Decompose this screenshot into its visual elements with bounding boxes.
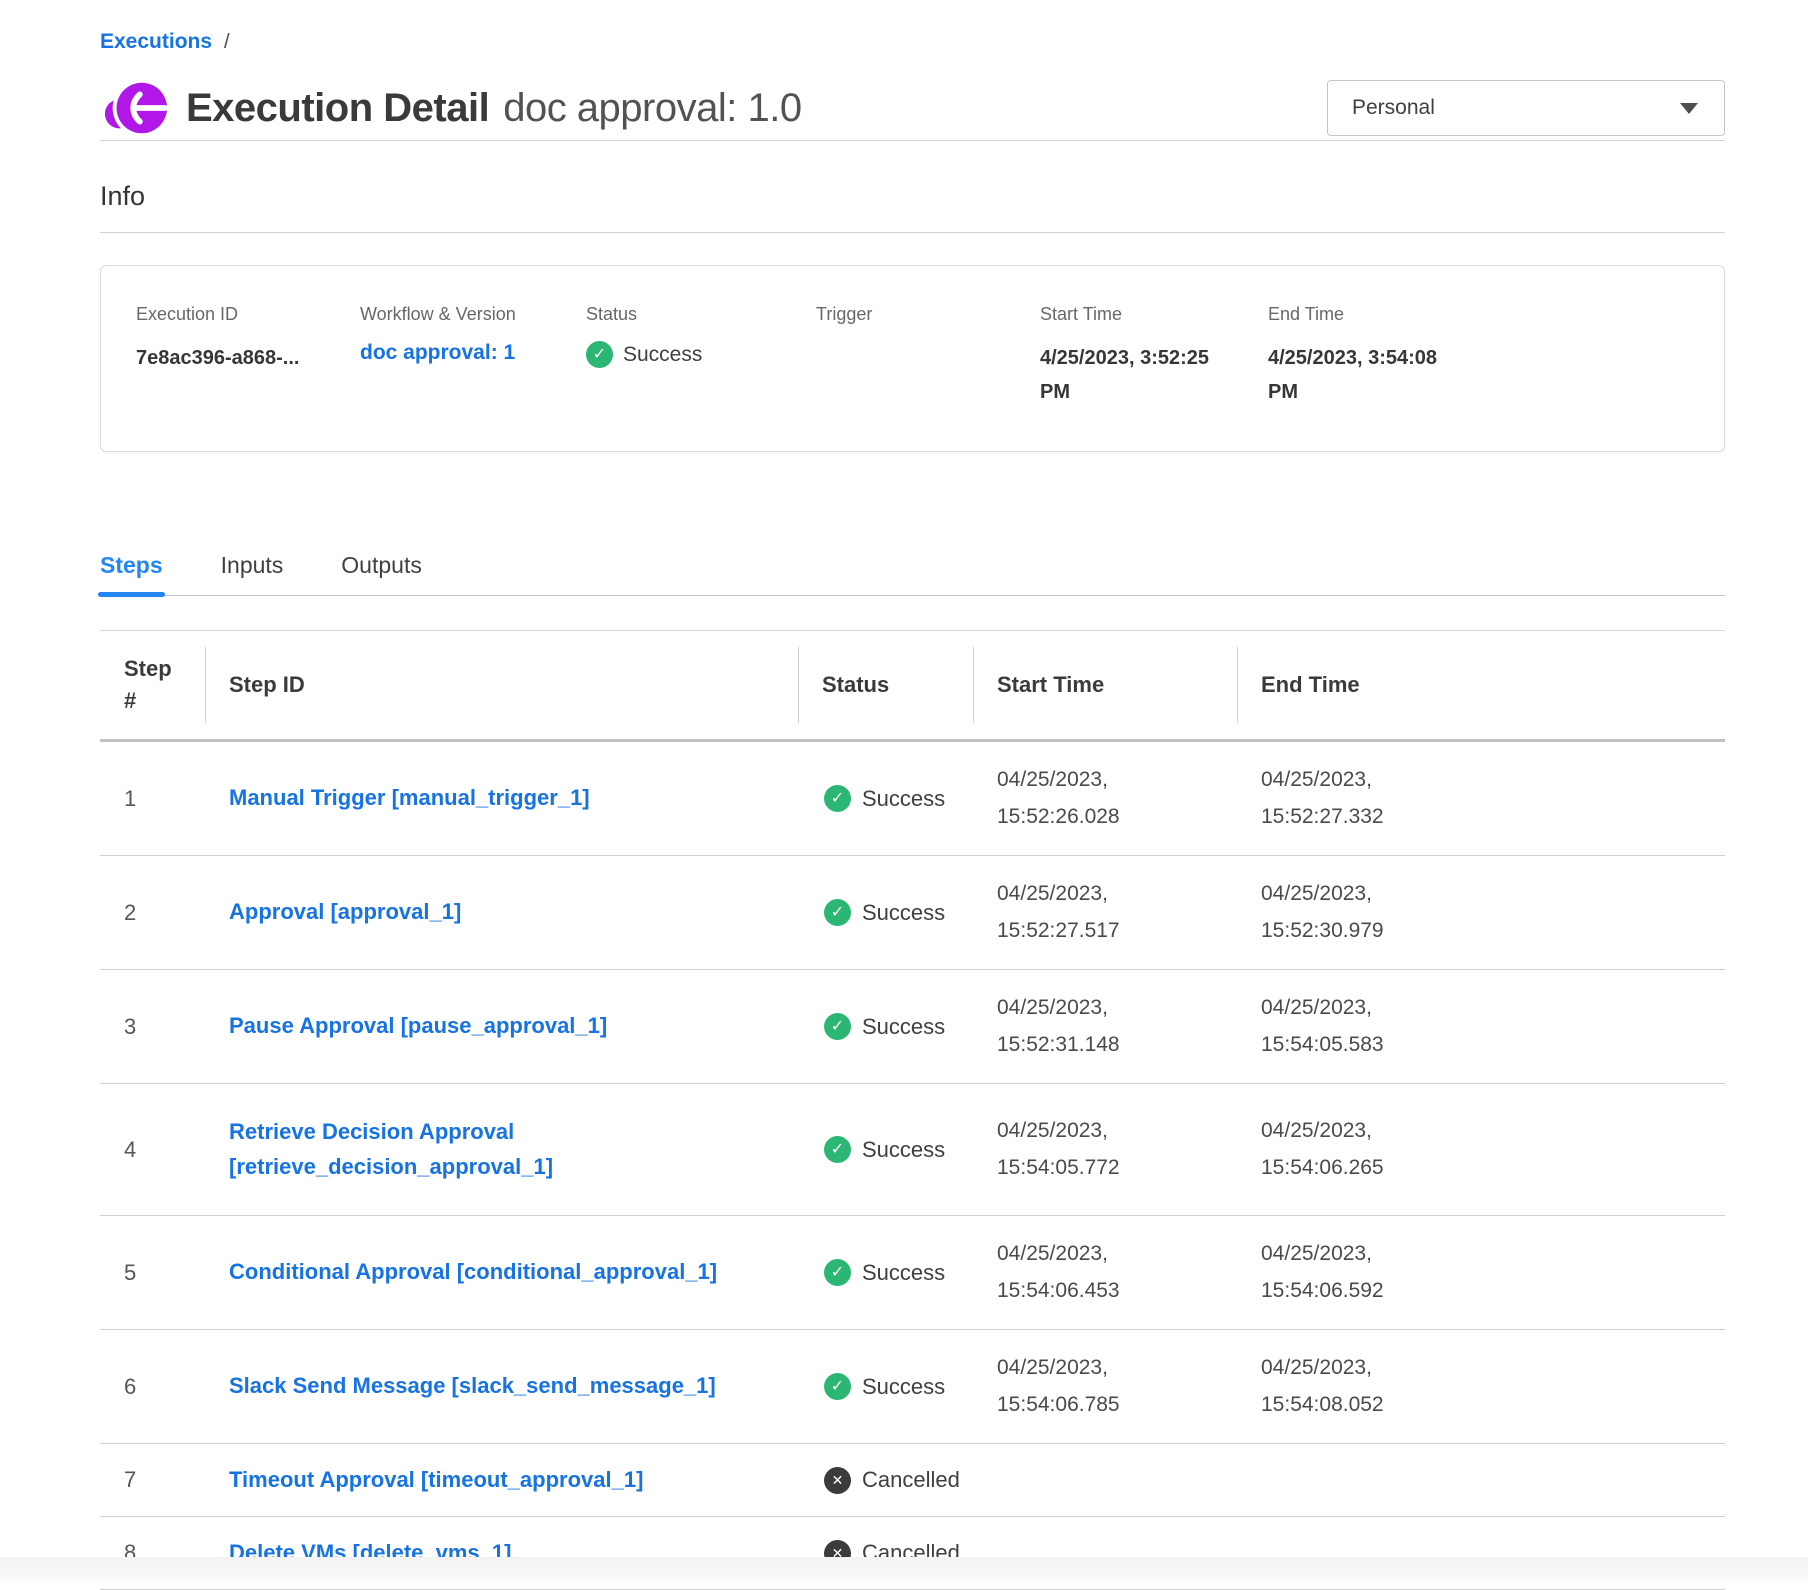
table-row: 6 Slack Send Message [slack_send_message… bbox=[100, 1330, 1725, 1444]
success-icon bbox=[824, 899, 851, 926]
step-link[interactable]: Timeout Approval [timeout_approval_1] bbox=[229, 1463, 643, 1497]
step-end-time: 04/25/2023,15:54:06.592 bbox=[1237, 1236, 1725, 1310]
column-header-end-time: End Time bbox=[1237, 631, 1725, 739]
step-status: Success bbox=[862, 786, 945, 812]
breadcrumb-link-executions[interactable]: Executions bbox=[100, 30, 212, 54]
info-divider bbox=[100, 232, 1725, 233]
tab-outputs[interactable]: Outputs bbox=[341, 552, 422, 595]
step-link[interactable]: Pause Approval [pause_approval_1] bbox=[229, 1009, 607, 1043]
success-icon bbox=[824, 1259, 851, 1286]
step-end-time: 04/25/2023,15:52:30.979 bbox=[1237, 876, 1725, 950]
step-end-time: 04/25/2023,15:54:08.052 bbox=[1237, 1350, 1725, 1424]
step-number: 6 bbox=[100, 1374, 205, 1400]
step-start-time: 04/25/2023,15:52:31.148 bbox=[973, 990, 1237, 1064]
start-time-value: 4/25/2023, 3:52:25 PM bbox=[1040, 341, 1232, 409]
page-title: Execution Detail bbox=[186, 86, 489, 131]
step-start-time: 04/25/2023,15:52:27.517 bbox=[973, 876, 1237, 950]
info-field-workflow-version: Workflow & Version doc approval: 1 bbox=[360, 304, 586, 409]
page-bottom-strip bbox=[0, 1557, 1808, 1582]
steps-table-header: Step # Step ID Status Start Time End Tim… bbox=[100, 630, 1725, 742]
info-field-status: Status Success bbox=[586, 304, 816, 409]
column-header-start-time: Start Time bbox=[973, 631, 1237, 739]
info-field-end-time: End Time 4/25/2023, 3:54:08 PM bbox=[1268, 304, 1724, 409]
info-field-execution-id: Execution ID 7e8ac396-a868-... bbox=[136, 304, 360, 409]
step-link[interactable]: Approval [approval_1] bbox=[229, 895, 461, 929]
breadcrumb-separator: / bbox=[224, 31, 230, 54]
step-start-time: 04/25/2023,15:52:26.028 bbox=[973, 762, 1237, 836]
column-header-step-id: Step ID bbox=[205, 631, 798, 739]
page-content: Executions / Execution Detail doc approv… bbox=[100, 0, 1725, 1590]
step-status: Success bbox=[862, 1137, 945, 1163]
chevron-down-icon bbox=[1680, 103, 1698, 114]
step-status: Success bbox=[862, 1014, 945, 1040]
table-row: 5 Conditional Approval [conditional_appr… bbox=[100, 1216, 1725, 1330]
tab-steps[interactable]: Steps bbox=[100, 552, 163, 595]
workflow-version-label: Workflow & Version bbox=[360, 304, 586, 325]
trigger-label: Trigger bbox=[816, 304, 1040, 325]
step-number: 2 bbox=[100, 900, 205, 926]
step-link[interactable]: Retrieve Decision Approval [retrieve_dec… bbox=[229, 1115, 785, 1183]
step-status: Cancelled bbox=[862, 1467, 960, 1493]
step-link[interactable]: Conditional Approval [conditional_approv… bbox=[229, 1255, 717, 1289]
breadcrumb: Executions / bbox=[100, 30, 1725, 54]
success-icon bbox=[824, 1136, 851, 1163]
success-icon bbox=[824, 1373, 851, 1400]
end-time-label: End Time bbox=[1268, 304, 1724, 325]
info-field-start-time: Start Time 4/25/2023, 3:52:25 PM bbox=[1040, 304, 1268, 409]
start-time-label: Start Time bbox=[1040, 304, 1268, 325]
cancelled-icon bbox=[824, 1467, 851, 1494]
info-field-trigger: Trigger bbox=[816, 304, 1040, 409]
column-header-status: Status bbox=[798, 631, 973, 739]
tab-bar: Steps Inputs Outputs bbox=[100, 552, 1725, 596]
step-status: Success bbox=[862, 1374, 945, 1400]
scope-selector-value: Personal bbox=[1352, 96, 1435, 120]
step-start-time: 04/25/2023,15:54:06.453 bbox=[973, 1236, 1237, 1310]
execution-id-value: 7e8ac396-a868-... bbox=[136, 341, 328, 375]
table-row: 1 Manual Trigger [manual_trigger_1] Succ… bbox=[100, 742, 1725, 856]
step-number: 4 bbox=[100, 1137, 205, 1163]
step-start-time: 04/25/2023,15:54:06.785 bbox=[973, 1350, 1237, 1424]
scope-selector[interactable]: Personal bbox=[1327, 80, 1725, 136]
title-divider bbox=[100, 140, 1725, 141]
step-number: 7 bbox=[100, 1467, 205, 1493]
info-card: Execution ID 7e8ac396-a868-... Workflow … bbox=[100, 265, 1725, 452]
step-number: 3 bbox=[100, 1014, 205, 1040]
step-end-time: 04/25/2023,15:54:05.583 bbox=[1237, 990, 1725, 1064]
table-row: 7 Timeout Approval [timeout_approval_1] … bbox=[100, 1444, 1725, 1517]
step-number: 5 bbox=[100, 1260, 205, 1286]
workflow-version-link[interactable]: doc approval: 1 bbox=[360, 341, 515, 364]
tab-inputs[interactable]: Inputs bbox=[221, 552, 284, 595]
status-value: Success bbox=[623, 343, 702, 367]
end-time-value: 4/25/2023, 3:54:08 PM bbox=[1268, 341, 1460, 409]
step-end-time: 04/25/2023,15:54:06.265 bbox=[1237, 1113, 1725, 1187]
success-icon bbox=[824, 785, 851, 812]
table-row: 3 Pause Approval [pause_approval_1] Succ… bbox=[100, 970, 1725, 1084]
steps-table: Step # Step ID Status Start Time End Tim… bbox=[100, 630, 1725, 1590]
title-row: Execution Detail doc approval: 1.0 Perso… bbox=[100, 76, 1725, 140]
success-icon bbox=[586, 341, 613, 368]
step-link[interactable]: Slack Send Message [slack_send_message_1… bbox=[229, 1369, 716, 1403]
table-row: 2 Approval [approval_1] Success 04/25/20… bbox=[100, 856, 1725, 970]
step-status: Success bbox=[862, 900, 945, 926]
step-link[interactable]: Manual Trigger [manual_trigger_1] bbox=[229, 781, 590, 815]
execution-id-label: Execution ID bbox=[136, 304, 360, 325]
step-end-time: 04/25/2023,15:52:27.332 bbox=[1237, 762, 1725, 836]
step-start-time: 04/25/2023,15:54:05.772 bbox=[973, 1113, 1237, 1187]
step-number: 1 bbox=[100, 786, 205, 812]
status-label: Status bbox=[586, 304, 816, 325]
column-header-step-num: Step # bbox=[100, 631, 205, 739]
step-status: Success bbox=[862, 1260, 945, 1286]
success-icon bbox=[824, 1013, 851, 1040]
workflow-logo-icon bbox=[100, 76, 168, 140]
info-section-title: Info bbox=[100, 181, 1725, 212]
page-subtitle: doc approval: 1.0 bbox=[503, 86, 801, 131]
table-row: 4 Retrieve Decision Approval [retrieve_d… bbox=[100, 1084, 1725, 1216]
